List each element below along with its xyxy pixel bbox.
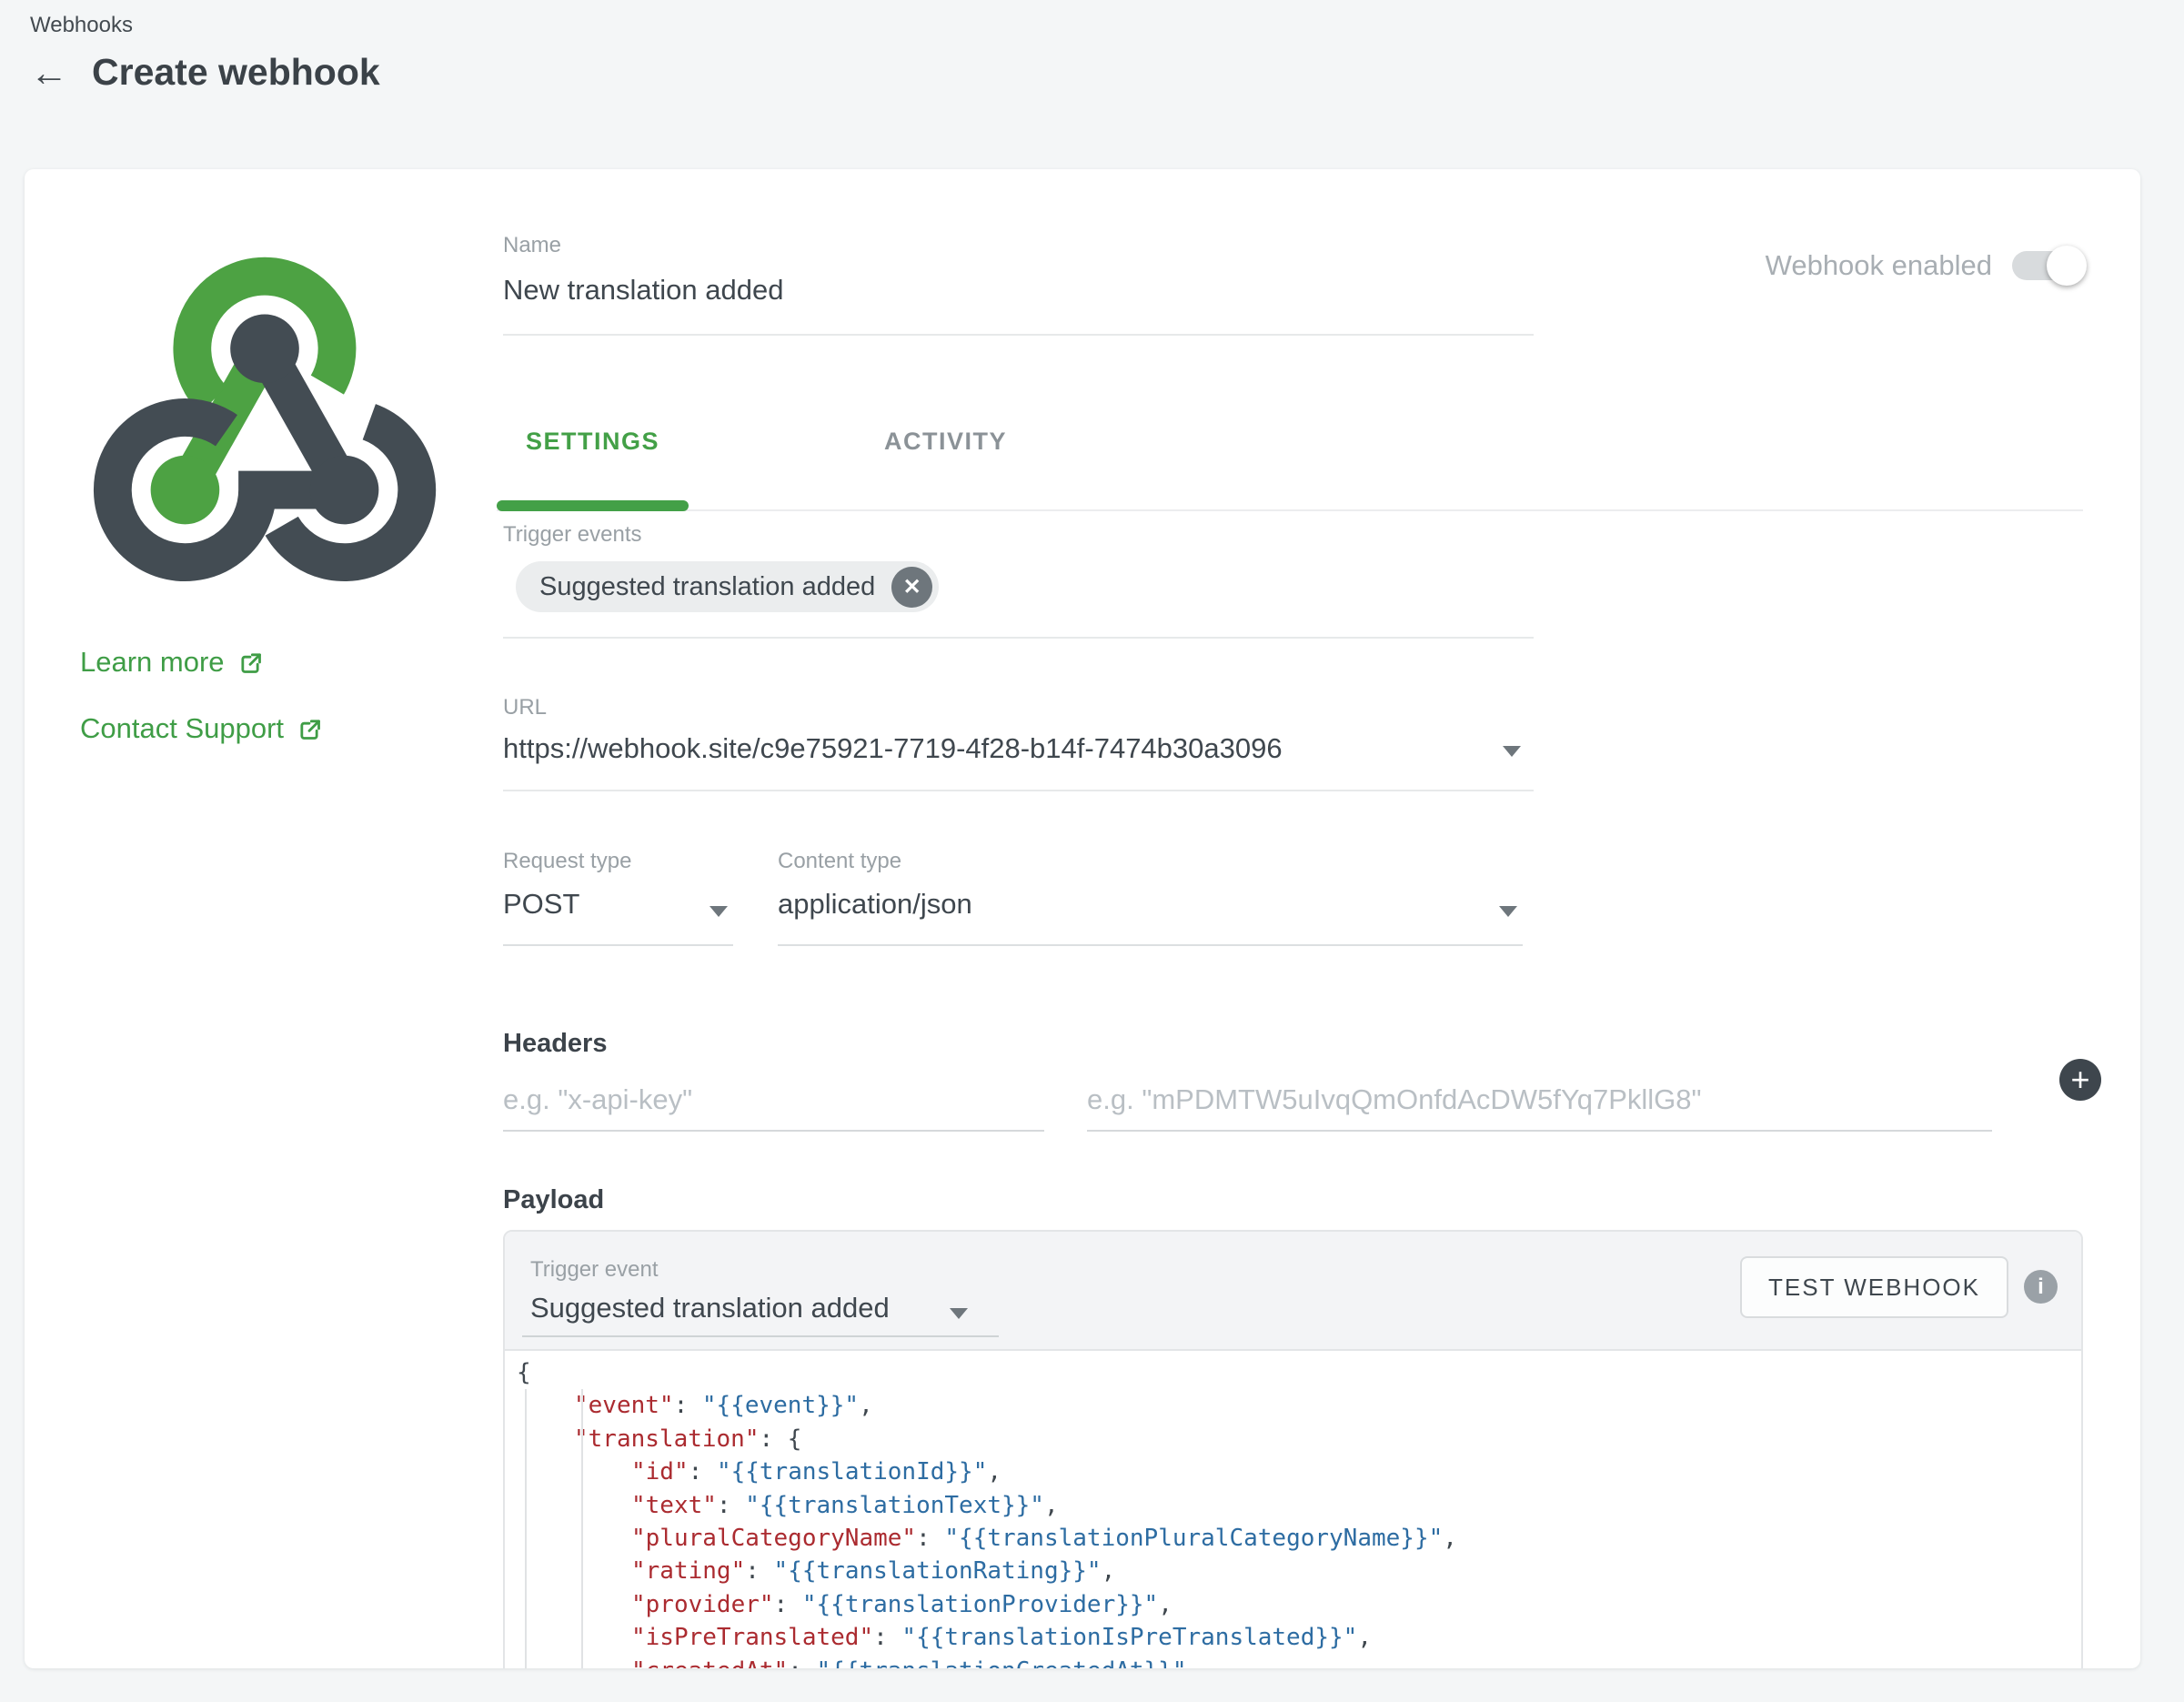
payload-section-title: Payload <box>503 1185 604 1215</box>
content-type-label: Content type <box>778 851 1523 872</box>
payload-panel-header: Trigger event Suggested translation adde… <box>505 1232 2081 1351</box>
learn-more-link[interactable]: Learn more <box>80 646 263 679</box>
payload-panel: Trigger event Suggested translation adde… <box>503 1230 2083 1668</box>
url-field[interactable]: URL https://webhook.site/c9e75921-7719-4… <box>503 697 1534 791</box>
payload-select-underline <box>522 1335 999 1337</box>
toggle-knob[interactable] <box>2047 246 2087 286</box>
trigger-events-chips: Suggested translation added ✕ <box>503 561 1534 612</box>
breadcrumb[interactable]: Webhooks <box>30 13 133 38</box>
learn-more-label: Learn more <box>80 646 225 679</box>
request-type-value[interactable]: POST <box>503 887 733 921</box>
test-webhook-button[interactable]: TEST WEBHOOK <box>1740 1256 2008 1318</box>
trigger-event-chip[interactable]: Suggested translation added ✕ <box>516 561 939 612</box>
contact-support-link[interactable]: Contact Support <box>80 712 322 745</box>
content-type-value[interactable]: application/json <box>778 887 1523 921</box>
payload-code-editor[interactable]: {"event": "{{event}}","translation": {"i… <box>505 1351 2081 1668</box>
chevron-down-icon[interactable] <box>1499 906 1517 917</box>
header-key-input[interactable] <box>503 1070 1044 1132</box>
header-value-input[interactable] <box>1087 1070 1992 1132</box>
url-label: URL <box>503 697 1534 719</box>
back-arrow-icon[interactable]: ← <box>30 54 68 92</box>
code-line: "createdAt": "{{translationCreatedAt}}", <box>517 1655 2081 1668</box>
payload-trigger-event-label: Trigger event <box>530 1259 659 1281</box>
payload-code-lines: {"event": "{{event}}","translation": {"i… <box>517 1356 2081 1668</box>
webhook-enabled-label: Webhook enabled <box>1766 249 1992 282</box>
create-webhook-card: Learn more Contact Support Name New tran… <box>25 169 2140 1668</box>
name-field[interactable]: Name New translation added <box>503 235 1534 336</box>
trigger-events-label: Trigger events <box>503 524 1534 546</box>
chip-remove-icon[interactable]: ✕ <box>891 567 932 608</box>
name-value[interactable]: New translation added <box>503 273 1534 307</box>
tab-settings[interactable]: SETTINGS <box>497 415 689 509</box>
code-line: "pluralCategoryName": "{{translationPlur… <box>517 1522 2081 1555</box>
code-line: "id": "{{translationId}}", <box>517 1455 2081 1488</box>
external-link-icon <box>297 716 322 741</box>
url-value[interactable]: https://webhook.site/c9e75921-7719-4f28-… <box>503 731 1534 766</box>
info-icon[interactable]: i <box>2024 1270 2058 1304</box>
code-line: "translation": { <box>517 1423 2081 1455</box>
tab-activity[interactable]: ACTIVITY <box>850 415 1042 509</box>
content-type-select[interactable]: Content type application/json <box>778 851 1523 946</box>
add-header-button[interactable]: + <box>2059 1059 2101 1101</box>
code-line: "text": "{{translationText}}", <box>517 1489 2081 1522</box>
title-row: ← Create webhook <box>30 51 380 94</box>
external-link-icon <box>237 650 263 675</box>
code-line: "isPreTranslated": "{{translationIsPreTr… <box>517 1621 2081 1654</box>
webhook-enabled-row: Webhook enabled <box>1766 249 2085 282</box>
tab-bar: SETTINGS ACTIVITY <box>497 415 2083 511</box>
chevron-down-icon[interactable] <box>710 906 728 917</box>
chevron-down-icon[interactable] <box>950 1308 968 1319</box>
code-line: { <box>517 1356 2081 1389</box>
chip-label: Suggested translation added <box>539 572 875 602</box>
trigger-events-field[interactable]: Trigger events Suggested translation add… <box>503 524 1534 639</box>
plus-icon: + <box>2070 1063 2089 1096</box>
indent-guide <box>525 1389 527 1668</box>
code-line: "provider": "{{translationProvider}}", <box>517 1588 2081 1621</box>
webhook-enabled-toggle[interactable] <box>2012 251 2085 280</box>
request-type-select[interactable]: Request type POST <box>503 851 733 946</box>
code-line: "rating": "{{translationRating}}", <box>517 1555 2081 1587</box>
name-label: Name <box>503 235 1534 257</box>
request-type-label: Request type <box>503 851 733 872</box>
headers-section-title: Headers <box>503 1029 607 1059</box>
payload-trigger-event-value[interactable]: Suggested translation added <box>530 1292 890 1324</box>
contact-support-label: Contact Support <box>80 712 284 745</box>
page-title: Create webhook <box>92 51 380 94</box>
code-line: "event": "{{event}}", <box>517 1389 2081 1422</box>
webhook-logo <box>84 235 446 582</box>
indent-guide <box>581 1389 583 1668</box>
